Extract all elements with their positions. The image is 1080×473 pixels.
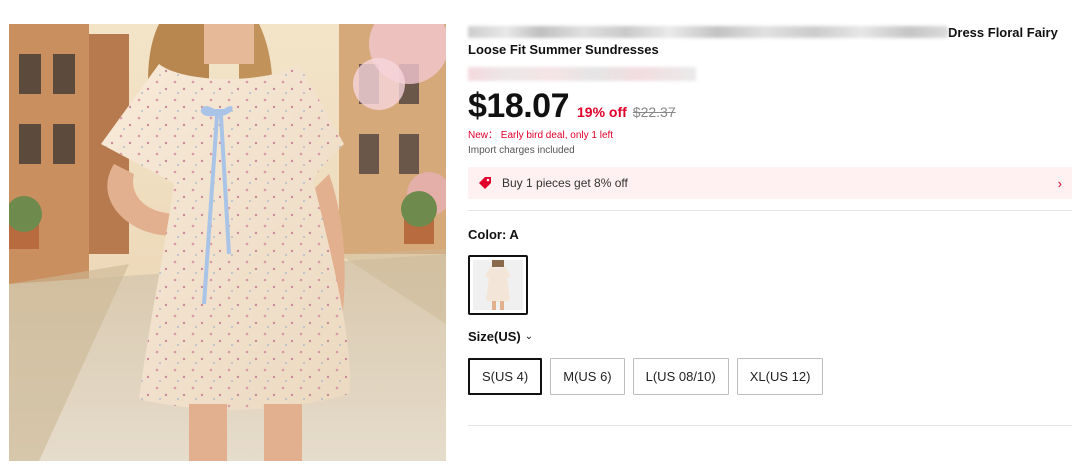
promo-text: Buy 1 pieces get 8% off [502,176,628,190]
redacted-title-text [468,26,948,38]
color-swatch-a[interactable] [468,255,528,315]
bundle-promo-banner[interactable]: Buy 1 pieces get 8% off › [468,167,1072,199]
color-label: Color: A [468,227,519,242]
divider [468,425,1072,426]
title-line2: Loose Fit Summer Sundresses [468,42,659,57]
original-price: $22.37 [632,104,676,120]
chevron-right-icon: › [1057,175,1062,191]
size-selector-toggle[interactable]: Size(US) ⌄ [468,329,1072,344]
chevron-down-icon: ⌄ [524,331,534,342]
size-option-l[interactable]: L(US 08/10) [632,358,729,395]
discount-badge: 19% off [577,104,627,120]
size-option-s[interactable]: S(US 4) [468,358,543,395]
product-info: Dress Floral Fairy Loose Fit Summer Sund… [468,24,1072,426]
title-tail: Dress Floral Fairy [948,25,1058,40]
redacted-subtitle [468,67,696,81]
size-options: S(US 4) M(US 6) L(US 08/10) XL(US 12) [468,358,1072,395]
size-option-m[interactable]: M(US 6) [550,358,625,395]
price-tag-icon [478,176,492,190]
current-price: $18.07 [468,87,570,125]
new-deal-notice: New： Early bird deal, only 1 left [468,130,614,141]
product-photo-illustration [9,24,446,461]
import-notice: Import charges included [468,145,575,156]
size-option-xl[interactable]: XL(US 12) [736,358,824,395]
product-title: Dress Floral Fairy Loose Fit Summer Sund… [468,24,1068,58]
divider [468,210,1072,211]
swatch-thumbnail [473,260,523,310]
size-label: Size(US) [468,329,521,344]
price-row: $18.07 19% off $22.37 [468,87,1072,127]
product-image[interactable] [9,24,446,461]
